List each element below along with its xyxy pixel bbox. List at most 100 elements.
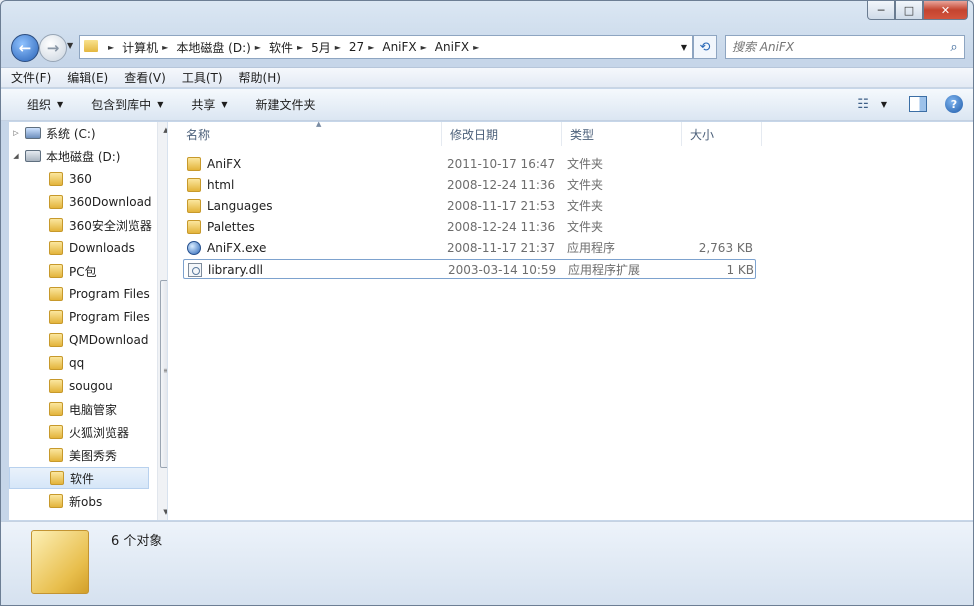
address-dropdown-icon[interactable]: ▼ (676, 43, 692, 52)
tree-item[interactable]: QMDownload (9, 329, 149, 351)
file-row[interactable]: html 2008-12-24 11:36 文件夹 (183, 175, 756, 195)
menu-help[interactable]: 帮助(H) (239, 69, 281, 86)
help-icon[interactable]: ? (945, 95, 963, 113)
tree-item[interactable]: 360Download (9, 191, 152, 213)
tree-item[interactable]: Program Files (9, 306, 150, 328)
breadcrumb-separator-icon[interactable]: ► (473, 43, 479, 52)
nav-scrollbar[interactable]: ▲ ≡ ▼ (157, 122, 167, 520)
breadcrumb-item[interactable]: AniFX (382, 40, 416, 54)
search-input[interactable] (726, 37, 944, 57)
menu-file[interactable]: 文件(F) (11, 69, 51, 86)
maximize-button[interactable]: □ (895, 1, 923, 20)
search-box[interactable]: ⌕ (725, 35, 965, 59)
tree-item[interactable]: Program Files (9, 283, 150, 305)
breadcrumb-item[interactable]: AniFX (435, 40, 469, 54)
forward-button[interactable]: → (39, 34, 67, 62)
menu-view[interactable]: 查看(V) (124, 69, 166, 86)
breadcrumb-item[interactable]: 本地磁盘 (D:) (176, 39, 250, 56)
scroll-up-button[interactable]: ▲ (158, 122, 167, 138)
tree-item[interactable]: PC包 (9, 260, 149, 282)
recent-pages-dropdown[interactable]: ▼ (67, 41, 73, 50)
column-size-label: 大小 (690, 127, 715, 142)
new-folder-button[interactable]: 新建文件夹 (248, 96, 324, 113)
chevron-down-icon: ▼ (157, 100, 164, 109)
file-name: library.dll (208, 263, 263, 277)
tree-item[interactable]: 软件 (9, 467, 149, 489)
file-name: AniFX (207, 157, 242, 171)
minimize-button[interactable]: ─ (867, 1, 895, 20)
tree-item[interactable]: 新obs (9, 490, 149, 512)
tree-item[interactable]: qq (9, 352, 149, 374)
file-size: 1 KB (726, 263, 754, 277)
tree-item-label: 软件 (70, 471, 95, 486)
menu-edit[interactable]: 编辑(E) (67, 69, 108, 86)
folder-icon (49, 333, 63, 347)
details-pane: 6 个对象 (1, 521, 973, 605)
file-row[interactable]: AniFX.exe 2008-11-17 21:37 应用程序 2,763 KB (183, 238, 756, 258)
folder-icon (187, 178, 201, 192)
close-button[interactable]: ✕ (923, 1, 968, 20)
tree-item-label: Program Files (69, 287, 150, 301)
file-row[interactable]: AniFX 2011-10-17 16:47 文件夹 (183, 154, 756, 174)
tree-item[interactable]: ▷ 系统 (C:) (9, 122, 149, 144)
file-date: 2011-10-17 16:47 (447, 157, 556, 171)
view-options-icon[interactable]: ☷ (857, 97, 869, 112)
breadcrumb-separator-icon[interactable]: ► (108, 43, 114, 52)
breadcrumb-separator-icon[interactable]: ► (368, 43, 374, 52)
include-library-button[interactable]: 包含到库中 ▼ (83, 96, 171, 113)
file-size (673, 175, 753, 195)
file-row[interactable]: library.dll 2003-03-14 10:59 应用程序扩展 1 KB (183, 259, 756, 279)
tree-item[interactable]: Downloads (9, 237, 149, 259)
tree-item[interactable]: sougou (9, 375, 149, 397)
tree-item-label: qq (69, 356, 85, 370)
folder-icon (49, 241, 63, 255)
back-button[interactable]: ← (11, 34, 39, 62)
folder-icon (49, 264, 63, 278)
breadcrumb-separator-icon[interactable]: ► (335, 43, 341, 52)
preview-pane-icon[interactable] (909, 96, 927, 112)
tree-item[interactable]: ◢ 本地磁盘 (D:) (9, 145, 149, 167)
folder-icon (49, 287, 63, 301)
breadcrumb-separator-icon[interactable]: ► (421, 43, 427, 52)
breadcrumb-item[interactable]: 5月 (311, 39, 331, 56)
breadcrumb-item[interactable]: 计算机 (122, 39, 158, 56)
column-header-type[interactable]: 类型 (562, 122, 682, 146)
file-date: 2008-12-24 11:36 (447, 178, 556, 192)
file-size (673, 196, 753, 216)
breadcrumb-item[interactable]: 软件 (269, 39, 293, 56)
folder-icon (49, 494, 63, 508)
tree-item-label: 电脑管家 (69, 402, 118, 417)
file-row[interactable]: Palettes 2008-12-24 11:36 文件夹 (183, 217, 756, 237)
breadcrumb-separator-icon[interactable]: ► (162, 43, 168, 52)
column-type-label: 类型 (570, 127, 595, 142)
tree-item[interactable]: 美图秀秀 (9, 444, 149, 466)
column-header-date[interactable]: 修改日期 (442, 122, 562, 146)
scroll-down-button[interactable]: ▼ (158, 504, 167, 520)
scroll-thumb[interactable]: ≡ (160, 280, 167, 468)
breadcrumb-separator-icon[interactable]: ► (297, 43, 303, 52)
refresh-button[interactable]: ⟲ (693, 35, 717, 59)
share-button[interactable]: 共享 ▼ (183, 96, 235, 113)
tree-item-label: QMDownload (69, 333, 149, 347)
file-row[interactable]: Languages 2008-11-17 21:53 文件夹 (183, 196, 756, 216)
address-bar[interactable]: ► 计算机 ► 本地磁盘 (D:) ► 软件 ► 5月 ► 27 ► AniFX ► AniFX ► ▼ (79, 35, 693, 59)
file-list-pane: 名称 ▲ 修改日期 类型 大小 AniFX 2011-10-17 16:47 文件夹… (168, 120, 973, 520)
menu-tools[interactable]: 工具(T) (182, 69, 223, 86)
drive-icon (25, 150, 41, 162)
tree-item[interactable]: 360安全浏览器 (9, 214, 152, 236)
chevron-down-icon[interactable]: ▼ (881, 100, 887, 109)
expand-arrow-icon[interactable]: ▷ (11, 129, 21, 137)
search-icon[interactable]: ⌕ (944, 40, 964, 55)
organize-button[interactable]: 组织 ▼ (19, 96, 71, 113)
column-header-name[interactable]: 名称 ▲ (178, 120, 442, 146)
breadcrumb-item[interactable]: 27 (349, 40, 364, 54)
tree-item-label: 360Download (69, 195, 152, 209)
expand-arrow-icon[interactable]: ◢ (11, 152, 21, 160)
tree-item[interactable]: 360 (9, 168, 149, 190)
tree-item[interactable]: 电脑管家 (9, 398, 149, 420)
file-type: 文件夹 (567, 178, 604, 192)
breadcrumb-separator-icon[interactable]: ► (255, 43, 261, 52)
tree-item-label: Downloads (69, 241, 135, 255)
column-header-size[interactable]: 大小 (682, 122, 762, 146)
tree-item[interactable]: 火狐浏览器 (9, 421, 149, 443)
